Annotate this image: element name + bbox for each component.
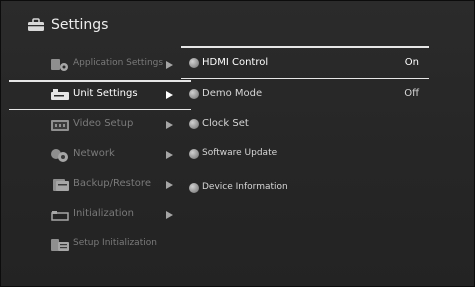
bullet-icon xyxy=(189,149,199,159)
category-list: Application Settings Unit Settings Video… xyxy=(1,50,191,260)
page-title: Settings xyxy=(51,17,109,33)
option-clock-set[interactable]: Clock Set xyxy=(181,109,429,139)
category-label: Unit Settings xyxy=(73,88,138,99)
option-demo-mode[interactable]: Demo Mode Off xyxy=(181,79,429,109)
arrow-right-icon xyxy=(166,181,173,189)
category-initialization[interactable]: Initialization xyxy=(1,200,191,230)
application-settings-icon xyxy=(51,59,68,71)
arrow-right-icon xyxy=(166,91,173,99)
category-label: Application Settings xyxy=(73,58,164,68)
bullet-icon xyxy=(189,89,199,99)
category-video-setup[interactable]: Video Setup xyxy=(1,110,191,140)
option-label: HDMI Control xyxy=(202,56,269,68)
video-setup-icon xyxy=(51,120,69,131)
arrow-right-icon xyxy=(166,211,173,219)
option-hdmi-control[interactable]: HDMI Control On xyxy=(181,48,429,78)
bullet-icon xyxy=(189,183,199,193)
settings-header: Settings xyxy=(27,13,108,37)
option-label: Device Information xyxy=(202,182,288,192)
category-label: Setup Initialization xyxy=(73,238,157,248)
category-label: Initialization xyxy=(73,208,134,219)
category-setup-initialization[interactable]: Setup Initialization xyxy=(1,230,191,260)
option-list: HDMI Control On Demo Mode Off Clock Set … xyxy=(181,46,429,203)
bullet-icon xyxy=(189,119,199,129)
option-label: Demo Mode xyxy=(202,88,263,99)
arrow-right-icon xyxy=(166,151,173,159)
initialization-icon xyxy=(51,211,69,221)
toolbox-icon xyxy=(28,18,44,31)
category-label: Video Setup xyxy=(73,118,134,129)
category-label: Network xyxy=(73,148,115,159)
option-label: Clock Set xyxy=(202,118,249,129)
network-icon xyxy=(51,149,68,162)
category-network[interactable]: Network xyxy=(1,140,191,170)
category-backup-restore[interactable]: Backup/Restore xyxy=(1,170,191,200)
unit-settings-icon xyxy=(51,89,69,100)
option-value: Off xyxy=(404,88,419,99)
option-value: On xyxy=(404,56,419,68)
option-software-update[interactable]: Software Update xyxy=(181,139,429,169)
category-application-settings[interactable]: Application Settings xyxy=(1,50,191,80)
arrow-right-icon xyxy=(166,121,173,129)
setup-initialization-icon xyxy=(51,239,69,251)
category-label: Backup/Restore xyxy=(73,178,151,189)
option-device-information[interactable]: Device Information xyxy=(181,173,429,203)
bullet-icon xyxy=(189,57,199,68)
settings-screen: Settings Application Settings Unit Setti… xyxy=(0,0,475,287)
option-label: Software Update xyxy=(202,148,278,158)
backup-restore-icon xyxy=(53,179,69,191)
arrow-right-icon xyxy=(166,61,173,69)
category-unit-settings[interactable]: Unit Settings xyxy=(1,80,191,110)
